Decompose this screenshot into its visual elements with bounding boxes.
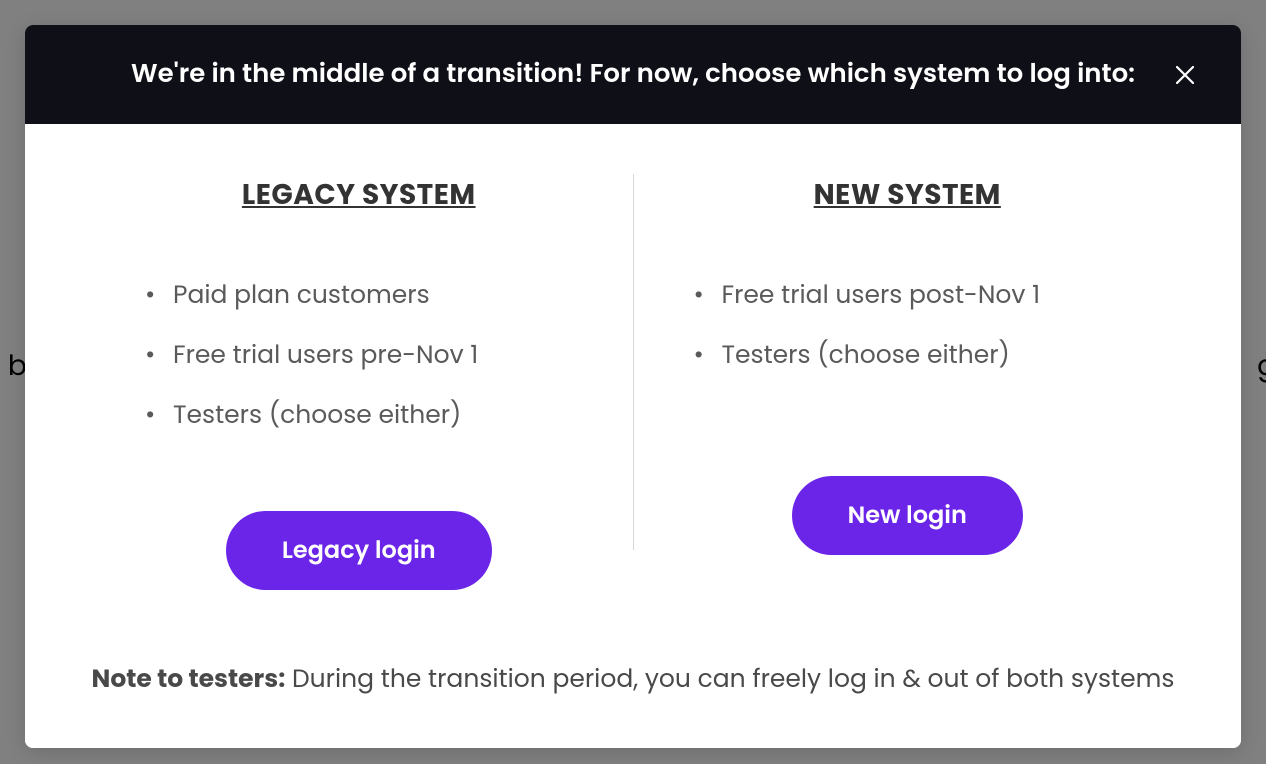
new-system-bullets: Free trial users post-Nov 1 Testers (cho… <box>674 276 1041 421</box>
list-item: Paid plan customers <box>145 276 478 314</box>
new-system-column: NEW SYSTEM Free trial users post-Nov 1 T… <box>634 174 1182 590</box>
tester-note-label: Note to testers: <box>92 661 286 696</box>
tester-note: Note to testers: During the transition p… <box>85 660 1181 698</box>
modal-header-text: We're in the middle of a transition! For… <box>131 55 1135 94</box>
tester-note-text: During the transition period, you can fr… <box>292 661 1174 696</box>
transition-login-modal: We're in the middle of a transition! For… <box>25 25 1241 748</box>
new-system-title: NEW SYSTEM <box>814 174 1001 216</box>
list-item: Free trial users pre-Nov 1 <box>145 336 478 374</box>
modal-body: LEGACY SYSTEM Paid plan customers Free t… <box>25 124 1241 748</box>
new-login-button[interactable]: New login <box>792 476 1023 555</box>
legacy-system-title: LEGACY SYSTEM <box>242 174 476 216</box>
list-item: Testers (choose either) <box>145 396 478 434</box>
legacy-login-button[interactable]: Legacy login <box>226 511 492 590</box>
close-button[interactable] <box>1169 59 1201 91</box>
bg-text-left: r b <box>0 345 27 387</box>
legacy-system-column: LEGACY SYSTEM Paid plan customers Free t… <box>85 174 633 590</box>
close-icon <box>1173 63 1197 87</box>
list-item: Free trial users post-Nov 1 <box>694 276 1041 314</box>
list-item: Testers (choose either) <box>694 336 1041 374</box>
system-columns: LEGACY SYSTEM Paid plan customers Free t… <box>85 174 1181 590</box>
bg-text-right: g <box>1257 345 1266 387</box>
legacy-system-bullets: Paid plan customers Free trial users pre… <box>125 276 478 456</box>
modal-header: We're in the middle of a transition! For… <box>25 25 1241 124</box>
